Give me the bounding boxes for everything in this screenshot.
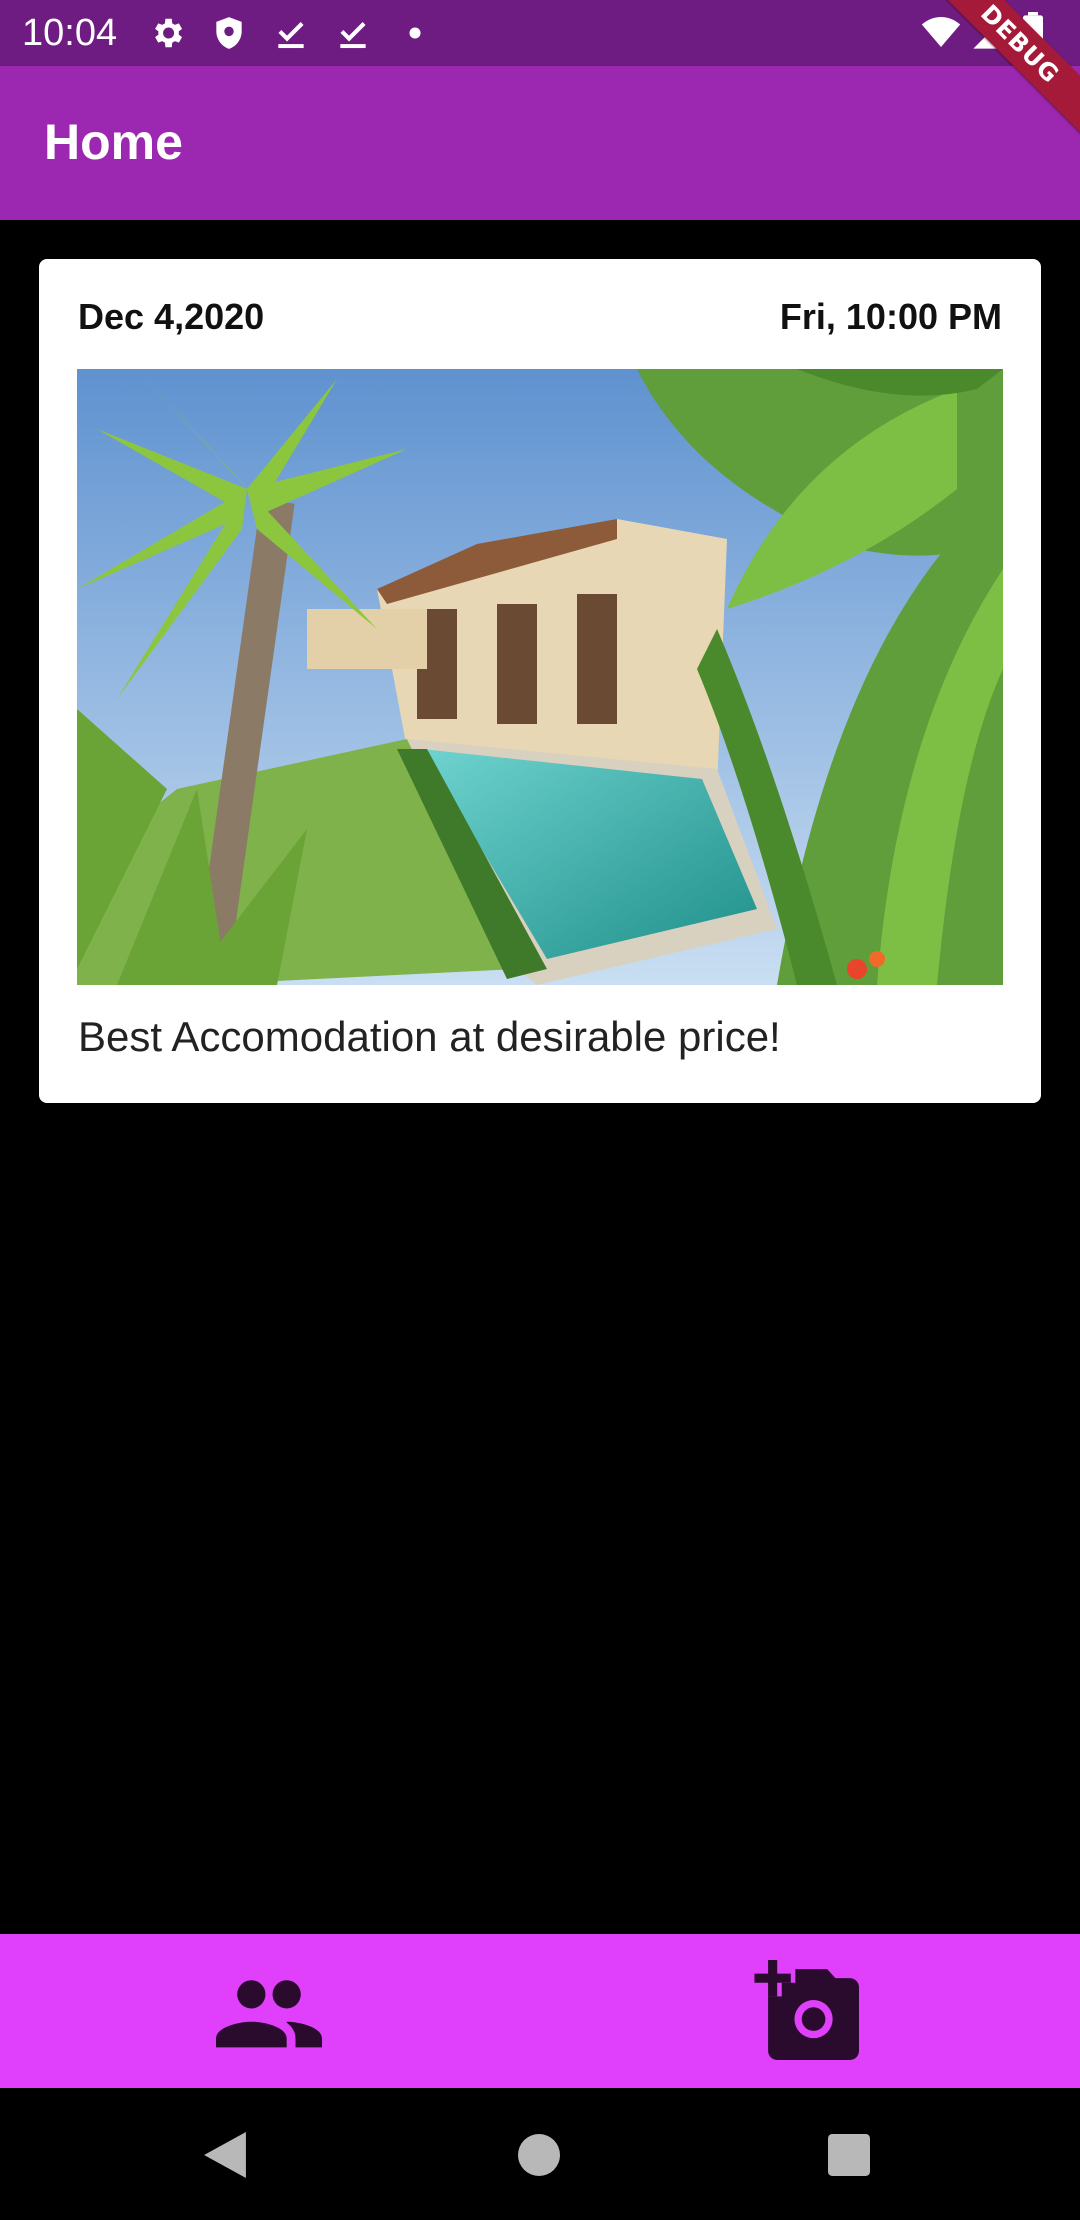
post-date: Dec 4,2020	[78, 296, 265, 337]
status-time: 10:04	[22, 12, 118, 54]
villa-photo	[77, 369, 1003, 985]
settings-icon	[155, 18, 183, 48]
page-title: Home	[44, 114, 183, 170]
download-done-icon	[278, 22, 304, 49]
post-card[interactable]: Dec 4,2020 Fri, 10:00 PM Best Accomodati…	[39, 259, 1041, 1103]
post-caption: Best Accomodation at desirable price!	[78, 1013, 781, 1060]
post-time: Fri, 10:00 PM	[779, 296, 1002, 337]
post-image[interactable]	[77, 369, 1003, 985]
system-nav-bar	[0, 2088, 1080, 2220]
wifi-icon	[921, 17, 961, 47]
people-button[interactable]	[0, 1934, 540, 2088]
add-photo-button[interactable]	[540, 1934, 1080, 2088]
home-icon[interactable]	[518, 2134, 560, 2176]
shield-icon	[216, 17, 242, 49]
download-done-icon	[340, 22, 366, 49]
people-icon	[216, 1980, 322, 2048]
recents-icon[interactable]	[828, 2134, 870, 2176]
app-bar: Home	[0, 66, 1080, 220]
back-icon[interactable]	[204, 2132, 246, 2178]
dot-icon	[409, 27, 421, 39]
add-a-photo-icon	[754, 1960, 859, 2060]
status-bar: 10:04 DEBUG	[0, 0, 1080, 151]
bottom-nav	[0, 1934, 1080, 2088]
